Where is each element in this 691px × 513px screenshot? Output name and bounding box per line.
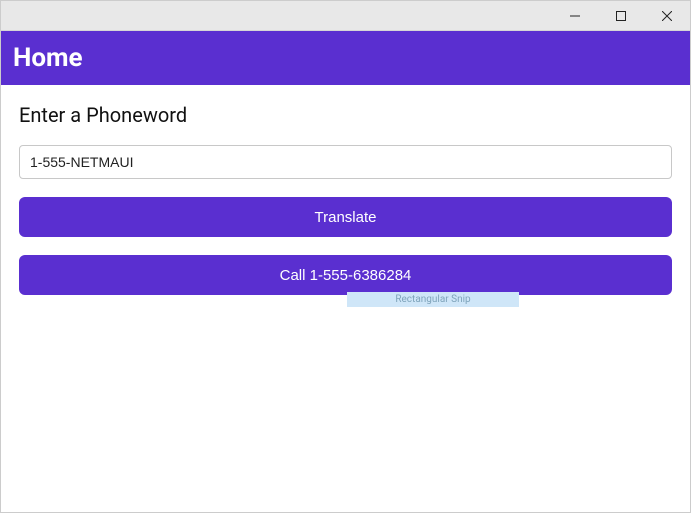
minimize-icon <box>570 11 580 21</box>
call-button[interactable]: Call 1-555-6386284 <box>19 255 672 295</box>
phoneword-input[interactable] <box>19 145 672 179</box>
page-title: Home <box>13 43 83 73</box>
minimize-button[interactable] <box>552 1 598 31</box>
snip-overlay: Rectangular Snip <box>347 292 519 307</box>
window-titlebar <box>1 1 690 31</box>
page-header: Home <box>1 31 690 85</box>
maximize-icon <box>616 11 626 21</box>
main-content: Enter a Phoneword Translate Call 1-555-6… <box>1 85 690 331</box>
phoneword-label: Enter a Phoneword <box>19 103 672 127</box>
maximize-button[interactable] <box>598 1 644 31</box>
close-button[interactable] <box>644 1 690 31</box>
translate-button[interactable]: Translate <box>19 197 672 237</box>
close-icon <box>662 11 672 21</box>
